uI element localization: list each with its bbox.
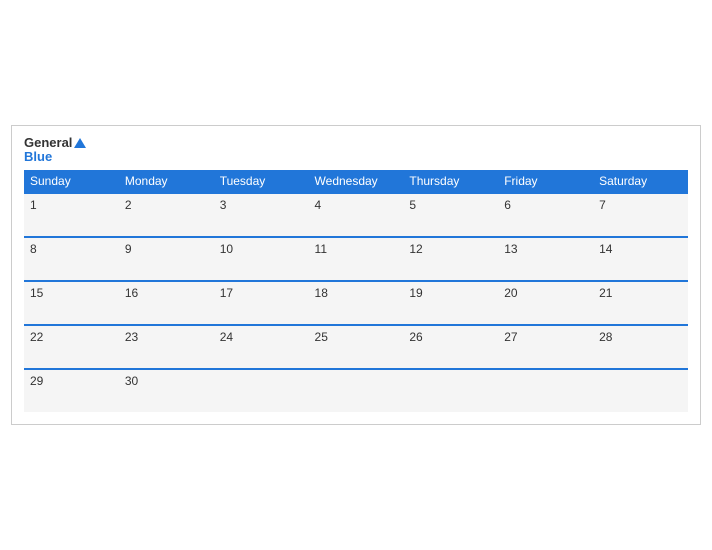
weekday-header-thursday: Thursday <box>403 170 498 193</box>
calendar-day-cell: 5 <box>403 193 498 237</box>
calendar-day-cell: 6 <box>498 193 593 237</box>
calendar-day-cell: 19 <box>403 281 498 325</box>
calendar-day-cell: 11 <box>309 237 404 281</box>
weekday-header-saturday: Saturday <box>593 170 688 193</box>
calendar-day-cell: 25 <box>309 325 404 369</box>
calendar-day-cell <box>214 369 309 412</box>
calendar-day-cell: 27 <box>498 325 593 369</box>
calendar-day-cell: 20 <box>498 281 593 325</box>
calendar-day-cell: 15 <box>24 281 119 325</box>
calendar-day-cell <box>593 369 688 412</box>
calendar-day-cell: 3 <box>214 193 309 237</box>
calendar-day-cell: 28 <box>593 325 688 369</box>
calendar-day-cell: 13 <box>498 237 593 281</box>
calendar-day-cell: 18 <box>309 281 404 325</box>
logo-general-text: General <box>24 136 72 150</box>
calendar-day-cell <box>498 369 593 412</box>
calendar-day-cell: 17 <box>214 281 309 325</box>
calendar-week-row: 2930 <box>24 369 688 412</box>
calendar-day-cell: 7 <box>593 193 688 237</box>
calendar-week-row: 1234567 <box>24 193 688 237</box>
calendar-week-row: 891011121314 <box>24 237 688 281</box>
calendar-day-cell: 30 <box>119 369 214 412</box>
weekday-header-wednesday: Wednesday <box>309 170 404 193</box>
calendar-day-cell: 24 <box>214 325 309 369</box>
weekday-header-row: SundayMondayTuesdayWednesdayThursdayFrid… <box>24 170 688 193</box>
logo-blue-text: Blue <box>24 150 86 164</box>
calendar-header: General Blue <box>24 136 688 165</box>
calendar-day-cell: 2 <box>119 193 214 237</box>
calendar-day-cell: 29 <box>24 369 119 412</box>
weekday-header-tuesday: Tuesday <box>214 170 309 193</box>
calendar-day-cell: 10 <box>214 237 309 281</box>
weekday-header-sunday: Sunday <box>24 170 119 193</box>
calendar-day-cell: 8 <box>24 237 119 281</box>
calendar-day-cell: 22 <box>24 325 119 369</box>
calendar-day-cell <box>309 369 404 412</box>
logo-triangle-icon <box>74 138 86 148</box>
calendar-day-cell: 4 <box>309 193 404 237</box>
calendar-day-cell: 9 <box>119 237 214 281</box>
calendar-week-row: 22232425262728 <box>24 325 688 369</box>
calendar-day-cell: 14 <box>593 237 688 281</box>
calendar-day-cell: 26 <box>403 325 498 369</box>
calendar-week-row: 15161718192021 <box>24 281 688 325</box>
logo: General Blue <box>24 136 86 165</box>
weekday-header-monday: Monday <box>119 170 214 193</box>
calendar-container: General Blue SundayMondayTuesdayWednesda… <box>11 125 701 426</box>
calendar-day-cell: 21 <box>593 281 688 325</box>
calendar-day-cell: 23 <box>119 325 214 369</box>
calendar-day-cell: 12 <box>403 237 498 281</box>
weekday-header-friday: Friday <box>498 170 593 193</box>
calendar-day-cell: 16 <box>119 281 214 325</box>
calendar-table: SundayMondayTuesdayWednesdayThursdayFrid… <box>24 170 688 412</box>
calendar-day-cell: 1 <box>24 193 119 237</box>
calendar-day-cell <box>403 369 498 412</box>
